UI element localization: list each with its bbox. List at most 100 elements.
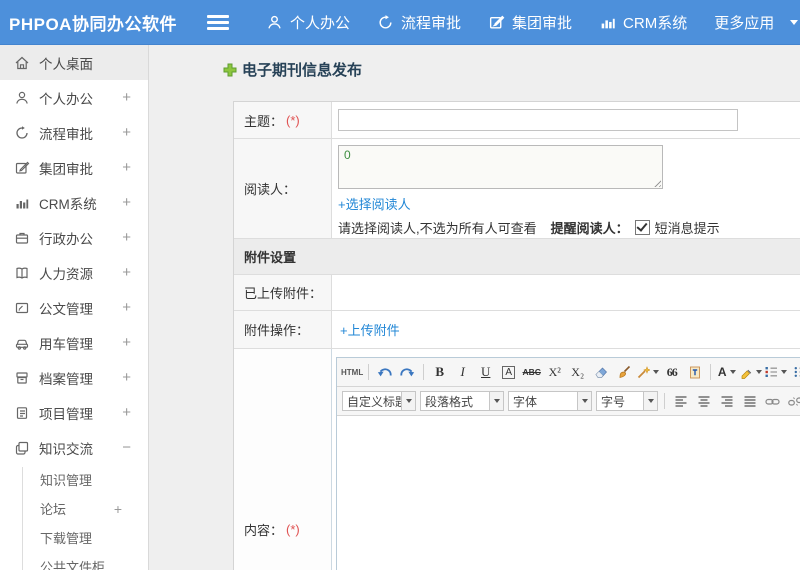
body-wrap: 个人桌面 个人办公 + 流程审批 + 集团审批 + CRM系统 + 行政办公 +… (0, 45, 800, 570)
subject-input[interactable] (338, 109, 738, 131)
expand-plus-icon[interactable]: + (122, 194, 131, 211)
align-justify-icon (744, 396, 755, 407)
sidebar-item-project-management[interactable]: 项目管理 + (0, 395, 148, 430)
underline-button[interactable]: U (475, 362, 496, 382)
sms-notify-checkbox[interactable] (634, 220, 650, 235)
subscript-button[interactable]: X₂ (567, 362, 588, 382)
remove-link-button[interactable] (785, 391, 800, 411)
document-icon (14, 300, 30, 316)
submenu-item-download-management[interactable]: 下载管理 (0, 523, 148, 552)
align-justify-button[interactable] (739, 391, 760, 411)
expand-plus-icon[interactable]: + (122, 159, 131, 176)
paragraph-format-select[interactable]: 段落格式 (420, 391, 504, 411)
caret-down-icon (781, 370, 788, 374)
format-painter-button[interactable] (613, 362, 634, 382)
caret-down-icon (489, 392, 503, 410)
ordered-list-icon (765, 367, 778, 377)
book-icon (14, 265, 30, 281)
car-icon (14, 335, 30, 351)
sidebar-item-label: 行政办公 (39, 231, 93, 247)
editor-toolbar-row1: HTML B I U A ABC X² X₂ 66 A (337, 358, 800, 387)
blockquote-button[interactable]: 66 (661, 362, 682, 382)
caret-down-icon (653, 370, 660, 374)
sidebar-item-document-management[interactable]: 公文管理 + (0, 290, 148, 325)
collapse-minus-icon[interactable]: − (122, 439, 131, 456)
superscript-button[interactable]: X² (544, 362, 565, 382)
choose-reader-link[interactable]: +选择阅读人 (338, 194, 411, 213)
sidebar-item-personal-desktop[interactable]: 个人桌面 (0, 45, 148, 80)
bold-button[interactable]: B (429, 362, 450, 382)
expand-plus-icon[interactable]: + (122, 334, 131, 351)
highlight-color-button[interactable] (739, 362, 763, 382)
font-family-select[interactable]: 字体 (508, 391, 592, 411)
sidebar-item-label: 人力资源 (39, 266, 93, 282)
undo-icon (378, 367, 392, 376)
align-left-button[interactable] (670, 391, 691, 411)
sidebar-item-vehicle-management[interactable]: 用车管理 + (0, 325, 148, 360)
align-right-button[interactable] (716, 391, 737, 411)
submenu-item-knowledge-management[interactable]: 知识管理 (0, 465, 148, 494)
unordered-list-button[interactable] (789, 362, 800, 382)
font-color-button[interactable]: A (716, 362, 737, 382)
paste-text-button[interactable] (684, 362, 705, 382)
content-row: 内容： (*) HTML B I U A ABC X² X₂ 66 A 自定义标… (234, 349, 800, 570)
expand-plus-icon[interactable]: + (114, 501, 122, 517)
topnav-workflow-approval[interactable]: 流程审批 (377, 12, 461, 33)
reader-textarea[interactable]: 0 (338, 145, 663, 189)
refresh-icon (14, 125, 30, 141)
undo-button[interactable] (374, 362, 395, 382)
green-plus-icon (223, 63, 237, 77)
expand-plus-icon[interactable]: + (122, 404, 131, 421)
font-style-button[interactable]: A (498, 362, 519, 382)
expand-plus-icon[interactable]: + (122, 299, 131, 316)
topnav-label: 流程审批 (401, 14, 462, 32)
attachment-op-label: 附件操作： (244, 323, 310, 338)
align-center-button[interactable] (693, 391, 714, 411)
insert-link-button[interactable] (762, 391, 783, 411)
submenu-item-public-file-cabinet[interactable]: 公共文件柜 (0, 552, 148, 570)
expand-plus-icon[interactable]: + (122, 229, 131, 246)
top-navigation: 个人办公 流程审批 集团审批 CRM系统 更多应用 (239, 12, 799, 33)
main-content: 电子期刊信息发布 主题： (*) 阅读人： 0 +选择阅读人 请选择阅读人,不选… (149, 45, 800, 570)
subject-label: 主题： (244, 113, 284, 129)
sidebar-item-human-resources[interactable]: 人力资源 + (0, 255, 148, 290)
expand-plus-icon[interactable]: + (122, 124, 131, 141)
subject-label-cell: 主题： (*) (234, 102, 332, 138)
topnav-group-approval[interactable]: 集团审批 (488, 12, 572, 33)
sidebar-item-group-approval[interactable]: 集团审批 + (0, 150, 148, 185)
font-size-select[interactable]: 字号 (596, 391, 658, 411)
autotypeset-button[interactable] (636, 362, 660, 382)
hamburger-menu-icon[interactable] (207, 14, 229, 30)
topnav-crm-system[interactable]: CRM系统 (599, 12, 687, 33)
sidebar-item-workflow-approval[interactable]: 流程审批 + (0, 115, 148, 150)
expand-plus-icon[interactable]: + (122, 89, 131, 106)
copy-icon (14, 440, 30, 456)
remove-format-button[interactable] (590, 362, 611, 382)
publish-form: 主题： (*) 阅读人： 0 +选择阅读人 请选择阅读人,不选为所有人可查看 提… (233, 101, 800, 570)
upload-attachment-link[interactable]: +上传附件 (340, 320, 400, 339)
sidebar-item-label: 流程审批 (39, 126, 93, 142)
topnav-more-apps[interactable]: 更多应用 (714, 12, 799, 33)
briefcase-icon (14, 230, 30, 246)
editor-content-area[interactable] (337, 416, 800, 570)
sidebar-item-crm-system[interactable]: CRM系统 + (0, 185, 148, 220)
expand-plus-icon[interactable]: + (122, 264, 131, 281)
required-mark: (*) (286, 112, 300, 128)
submenu-item-forum[interactable]: 论坛 + (0, 494, 148, 523)
magic-wand-icon (638, 366, 651, 379)
sidebar-item-label: 集团审批 (39, 161, 93, 177)
redo-button[interactable] (397, 362, 418, 382)
custom-title-select[interactable]: 自定义标题 (342, 391, 416, 411)
submenu-item-label: 公共文件柜 (40, 560, 106, 570)
sidebar-item-knowledge-exchange[interactable]: 知识交流 − (0, 430, 148, 465)
sidebar-item-archive-management[interactable]: 档案管理 + (0, 360, 148, 395)
ordered-list-button[interactable] (764, 362, 788, 382)
italic-button[interactable]: I (452, 362, 473, 382)
sidebar-item-personal-office[interactable]: 个人办公 + (0, 80, 148, 115)
sidebar-item-admin-office[interactable]: 行政办公 + (0, 220, 148, 255)
topnav-personal-office[interactable]: 个人办公 (266, 12, 350, 33)
expand-plus-icon[interactable]: + (122, 369, 131, 386)
link-icon (765, 398, 780, 405)
strikethrough-button[interactable]: ABC (521, 362, 542, 382)
html-source-button[interactable]: HTML (341, 362, 363, 382)
